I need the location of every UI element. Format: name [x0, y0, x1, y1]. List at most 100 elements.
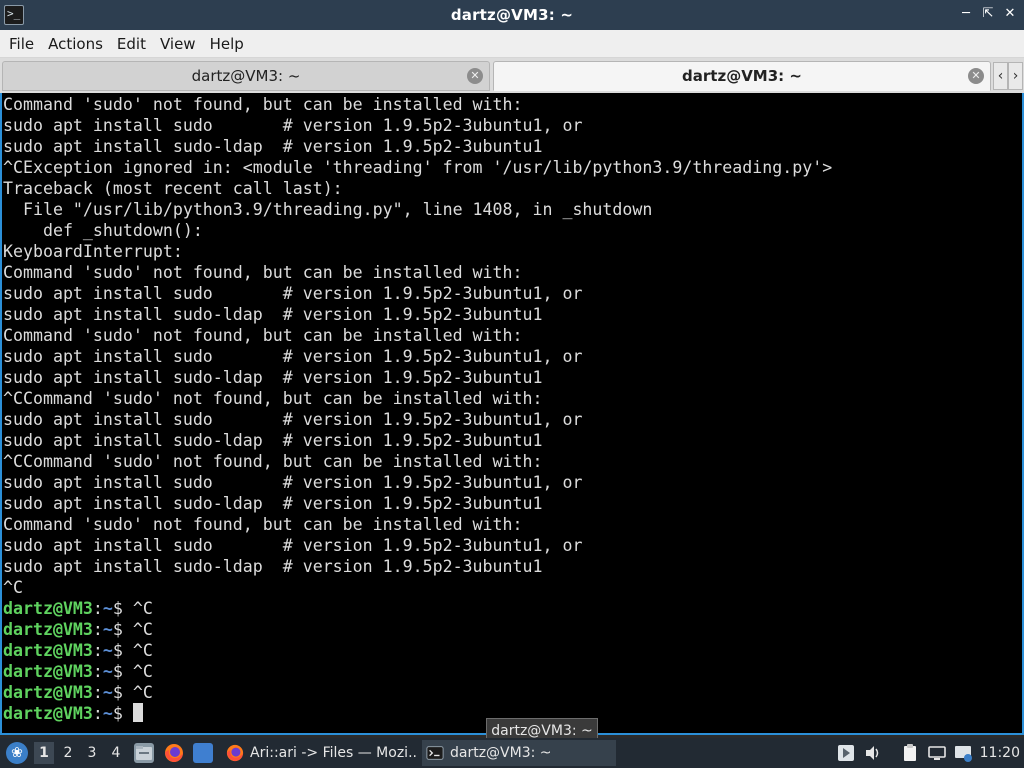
terminal-line: sudo apt install sudo-ldap # version 1.9… — [3, 494, 543, 513]
prompt-path: ~ — [102, 704, 113, 723]
workspace-1[interactable]: 1 — [34, 742, 54, 764]
menu-actions[interactable]: Actions — [41, 30, 110, 58]
terminal-line: Command 'sudo' not found, but can be ins… — [3, 326, 523, 345]
prompt-user-host: dartz@VM3 — [3, 599, 93, 618]
terminal-line: ^CException ignored in: <module 'threadi… — [3, 158, 833, 177]
tab-close-icon[interactable]: ✕ — [467, 68, 483, 84]
prompt-input — [123, 704, 133, 723]
terminal-line: def _shutdown(): — [3, 221, 203, 240]
prompt-path: ~ — [102, 662, 113, 681]
prompt-user-host: dartz@VM3 — [3, 641, 93, 660]
maximize-icon[interactable]: ⇱ — [978, 4, 998, 24]
prompt-colon: : — [92, 641, 103, 660]
task-label: Ari::ari -> Files — Mozi... — [250, 745, 418, 761]
prompt-input: ^C — [122, 599, 153, 618]
workspace-3[interactable]: 3 — [82, 742, 102, 764]
prompt-line: dartz@VM3:~$ ^C — [3, 640, 1021, 661]
prompt-colon: : — [92, 599, 103, 618]
tab-label: dartz@VM3: ~ — [682, 67, 802, 85]
prompt-colon: : — [92, 683, 103, 702]
terminal-line: sudo apt install sudo # version 1.9.5p2-… — [3, 410, 583, 429]
firefox-icon — [226, 744, 244, 762]
file-manager-icon[interactable] — [134, 743, 154, 763]
tab-close-icon[interactable]: ✕ — [968, 68, 984, 84]
task-terminal[interactable]: dartz@VM3: ~ — [422, 740, 616, 766]
terminal-line: sudo apt install sudo # version 1.9.5p2-… — [3, 347, 583, 366]
prompt-colon: : — [92, 620, 103, 639]
terminal-line: Command 'sudo' not found, but can be ins… — [3, 263, 523, 282]
prompt-line: dartz@VM3:~$ ^C — [3, 598, 1021, 619]
menu-bar: File Actions Edit View Help — [0, 30, 1024, 58]
terminal-icon: >_ — [4, 5, 24, 25]
media-player-icon[interactable] — [836, 743, 856, 763]
terminal-line: Command 'sudo' not found, but can be ins… — [3, 95, 523, 114]
tab-scroll-right-icon[interactable]: › — [1008, 62, 1023, 90]
prompt-symbol: $ — [112, 683, 123, 702]
prompt-user-host: dartz@VM3 — [3, 662, 93, 681]
window-title: dartz@VM3: ~ — [450, 6, 574, 24]
terminal-line: sudo apt install sudo-ldap # version 1.9… — [3, 431, 543, 450]
window-controls: ─ ⇱ ✕ — [956, 4, 1020, 24]
task-firefox[interactable]: Ari::ari -> Files — Mozi... — [222, 740, 418, 766]
terminal-line: Traceback (most recent call last): — [3, 179, 343, 198]
prompt-symbol: $ — [112, 641, 123, 660]
prompt-path: ~ — [102, 683, 113, 702]
terminal-line: sudo apt install sudo-ldap # version 1.9… — [3, 137, 543, 156]
menu-file[interactable]: File — [2, 30, 41, 58]
prompt-colon: : — [92, 662, 103, 681]
terminal-line: ^CCommand 'sudo' not found, but can be i… — [3, 389, 543, 408]
tab-scroll-left-icon[interactable]: ‹ — [993, 62, 1008, 90]
tab-bar: dartz@VM3: ~ ✕ dartz@VM3: ~ ✕ ‹ › — [0, 58, 1024, 93]
volume-icon[interactable] — [863, 743, 883, 763]
terminal-line: File "/usr/lib/python3.9/threading.py", … — [3, 200, 653, 219]
tab-terminal-1[interactable]: dartz@VM3: ~ ✕ — [2, 61, 490, 91]
menu-edit[interactable]: Edit — [110, 30, 153, 58]
firefox-icon[interactable] — [164, 743, 184, 763]
menu-help[interactable]: Help — [203, 30, 251, 58]
tab-terminal-2[interactable]: dartz@VM3: ~ ✕ — [493, 61, 991, 91]
terminal-line: sudo apt install sudo # version 1.9.5p2-… — [3, 536, 583, 555]
prompt-user-host: dartz@VM3 — [3, 683, 93, 702]
network-icon[interactable] — [927, 743, 947, 763]
prompt-path: ~ — [102, 641, 113, 660]
terminal-line: sudo apt install sudo-ldap # version 1.9… — [3, 305, 543, 324]
prompt-user-host: dartz@VM3 — [3, 620, 93, 639]
show-desktop-icon[interactable] — [193, 743, 213, 763]
prompt-symbol: $ — [112, 599, 123, 618]
prompt-colon: : — [92, 704, 103, 723]
tab-label: dartz@VM3: ~ — [191, 67, 301, 85]
prompt-user-host: dartz@VM3 — [3, 704, 93, 723]
prompt-line: dartz@VM3:~$ ^C — [3, 619, 1021, 640]
prompt-line: dartz@VM3:~$ ^C — [3, 661, 1021, 682]
prompt-symbol: $ — [112, 704, 123, 723]
workspace-4[interactable]: 4 — [106, 742, 126, 764]
terminal-line: KeyboardInterrupt: — [3, 242, 183, 261]
text-cursor — [132, 703, 143, 722]
prompt-symbol: $ — [112, 662, 123, 681]
lxqt-menu-icon[interactable]: ❀ — [6, 742, 28, 764]
terminal-line: sudo apt install sudo # version 1.9.5p2-… — [3, 284, 583, 303]
prompt-path: ~ — [102, 599, 113, 618]
terminal-icon — [426, 746, 444, 760]
workspace-2[interactable]: 2 — [58, 742, 78, 764]
prompt-input: ^C — [122, 683, 153, 702]
prompt-input: ^C — [122, 662, 153, 681]
terminal-line: sudo apt install sudo-ldap # version 1.9… — [3, 368, 543, 387]
terminal-line: sudo apt install sudo-ldap # version 1.9… — [3, 557, 543, 576]
clock: 11:20 — [979, 745, 1020, 761]
terminal-view[interactable]: Command 'sudo' not found, but can be ins… — [0, 93, 1024, 735]
menu-view[interactable]: View — [153, 30, 203, 58]
prompt-symbol: $ — [112, 620, 123, 639]
prompt-input: ^C — [122, 620, 153, 639]
terminal-output: Command 'sudo' not found, but can be ins… — [3, 94, 1021, 724]
terminal-line: sudo apt install sudo # version 1.9.5p2-… — [3, 116, 583, 135]
minimize-icon[interactable]: ─ — [956, 4, 976, 24]
removable-media-icon[interactable] — [953, 743, 973, 763]
close-icon[interactable]: ✕ — [1000, 4, 1020, 24]
task-label: dartz@VM3: ~ — [450, 745, 552, 761]
clipboard-icon[interactable] — [900, 743, 920, 763]
window-titlebar: >_ dartz@VM3: ~ ─ ⇱ ✕ — [0, 0, 1024, 30]
prompt-input: ^C — [122, 641, 153, 660]
prompt-path: ~ — [102, 620, 113, 639]
taskbar: ❀ 1 2 3 4 Ari::ari -> Files — Mozi... da… — [0, 738, 1024, 768]
